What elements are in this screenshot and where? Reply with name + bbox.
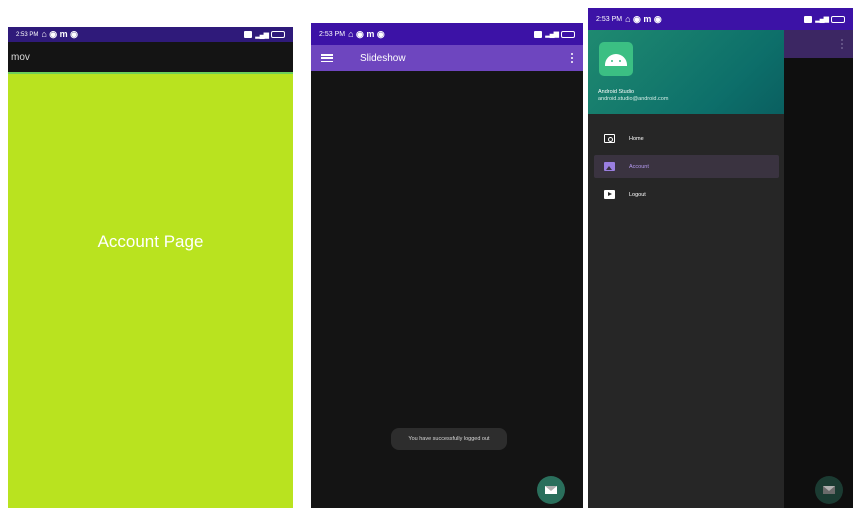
status-bar: 2:53 PM ⌂ ◉ m ◉ ▂▄▆ <box>8 27 293 42</box>
signal-icon: ▂▄▆ <box>545 31 559 38</box>
nav-item-label: Home <box>629 135 644 142</box>
account-screen: 2:53 PM ⌂ ◉ m ◉ ▂▄▆ mov Account Page <box>8 27 293 508</box>
nav-item-label: Logout <box>629 191 646 198</box>
sim-icon <box>534 30 543 38</box>
navigation-drawer: Android Studio android.studio@android.co… <box>588 30 784 508</box>
drawer-screen: 2:53 PM ⌂ ◉ m ◉ ▂▄▆ Android Studio andro… <box>588 8 853 508</box>
app-title: mov <box>11 51 30 63</box>
battery-icon <box>271 31 285 38</box>
gallery-icon <box>604 162 615 171</box>
status-time: 2:53 PM <box>596 15 623 23</box>
slideshow-icon <box>604 190 615 199</box>
app-bar: Slideshow <box>311 45 583 71</box>
email-fab-button[interactable] <box>815 476 843 504</box>
status-bar: 2:53 PM ⌂ ◉ m ◉ ▂▄▆ <box>588 8 853 30</box>
slideshow-screen: 2:53 PM ⌂ ◉ m ◉ ▂▄▆ Slideshow You have s… <box>311 23 583 508</box>
nav-item-label: Account <box>629 163 649 170</box>
drawer-user-email: android.studio@android.com <box>598 96 669 102</box>
nav-item-account[interactable]: Account <box>594 155 779 178</box>
drawer-header: Android Studio android.studio@android.co… <box>588 30 784 114</box>
battery-icon <box>561 30 575 38</box>
drawer-user-name: Android Studio <box>598 89 635 95</box>
envelope-icon <box>823 486 835 494</box>
account-page-text: Account Page <box>97 232 204 251</box>
battery-icon <box>831 15 845 23</box>
sim-icon <box>804 15 813 23</box>
signal-icon: ▂▄▆ <box>815 16 829 23</box>
status-time: 2:53 PM <box>319 30 346 38</box>
status-bar: 2:53 PM ⌂ ◉ m ◉ ▂▄▆ <box>311 23 583 45</box>
nav-item-home[interactable]: Home <box>594 127 779 150</box>
app-title: Slideshow <box>360 52 406 64</box>
camera-icon <box>604 134 615 143</box>
signal-icon: ▂▄▆ <box>255 31 269 39</box>
notification-icon: ⌂ ◉ m ◉ <box>348 28 385 39</box>
email-fab-button[interactable] <box>537 476 565 504</box>
notification-icon: ⌂ ◉ m ◉ <box>625 13 662 24</box>
notification-icon: ⌂ ◉ m ◉ <box>41 29 79 39</box>
nav-item-logout[interactable]: Logout <box>594 183 779 206</box>
overflow-menu-icon[interactable] <box>571 53 573 63</box>
logout-toast: You have successfully logged out <box>391 428 507 450</box>
menu-icon[interactable] <box>321 54 333 62</box>
sim-icon <box>244 31 253 38</box>
app-bar: mov <box>8 42 293 74</box>
status-time: 2:53 PM <box>16 31 39 38</box>
android-logo-icon <box>599 42 633 76</box>
overflow-menu-icon[interactable] <box>841 39 843 49</box>
envelope-icon <box>545 486 557 494</box>
